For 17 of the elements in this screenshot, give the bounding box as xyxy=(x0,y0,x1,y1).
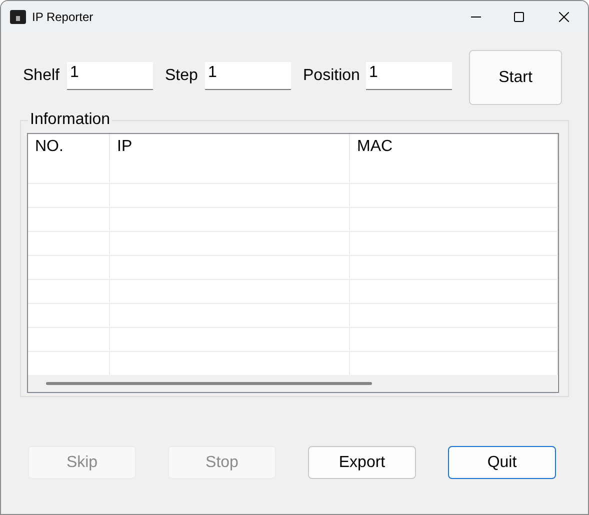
action-button[interactable]: Export xyxy=(308,446,416,479)
input-field[interactable]: 1 xyxy=(67,62,153,90)
maximize-icon[interactable] xyxy=(514,12,524,22)
window-title: IP Reporter xyxy=(32,8,94,26)
column-header[interactable]: NO. xyxy=(28,134,110,159)
scrollbar-thumb[interactable] xyxy=(46,382,372,385)
close-icon[interactable] xyxy=(559,12,569,22)
action-button[interactable]: Quit xyxy=(448,446,556,479)
start-button[interactable]: Start xyxy=(469,50,562,105)
field-label: Step xyxy=(165,66,199,86)
field-label: Shelf xyxy=(23,66,60,86)
input-field[interactable]: 1 xyxy=(205,62,291,90)
app-icon xyxy=(10,10,26,24)
input-field[interactable]: 1 xyxy=(366,62,452,90)
column-header[interactable]: IP xyxy=(110,134,350,159)
column-header[interactable]: MAC xyxy=(350,134,558,159)
field-label: Position xyxy=(303,66,361,86)
